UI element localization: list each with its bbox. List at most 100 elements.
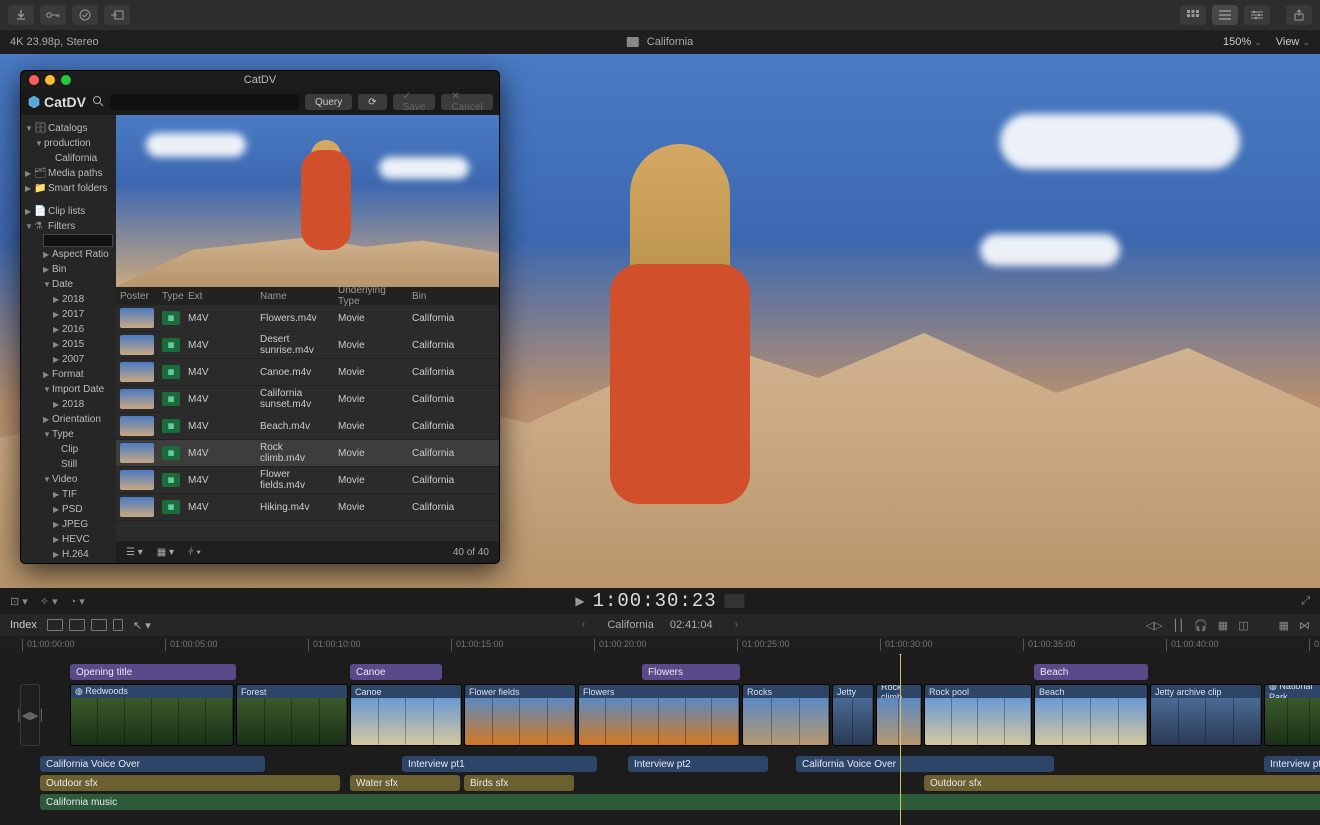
layout-icon[interactable]: ⫩ ▾: [188, 547, 201, 558]
sidebar-subitem[interactable]: ▶2016: [25, 322, 112, 337]
timeline-ruler[interactable]: 01:00:00:0001:00:05:0001:00:10:0001:00:1…: [0, 636, 1320, 654]
search-input[interactable]: [110, 94, 299, 110]
filter-orientation[interactable]: ▶Orientation: [25, 412, 112, 427]
cancel-button[interactable]: ✕ Cancel: [441, 94, 492, 110]
sidebar-subitem[interactable]: Still: [25, 457, 112, 472]
catdv-title-bar[interactable]: CatDV: [21, 71, 499, 89]
inspector-layout-icon[interactable]: ◫: [1238, 619, 1248, 632]
sliders-icon[interactable]: [1244, 5, 1270, 25]
retime-icon[interactable]: ◔ ▾: [70, 595, 85, 608]
timeline-clip[interactable]: Opening title: [70, 664, 236, 680]
video-clip[interactable]: ◍ Redwoods: [70, 684, 234, 746]
col-type[interactable]: Type: [158, 291, 184, 302]
table-row[interactable]: ▦M4VHiking.m4vMovieCalifornia: [116, 494, 499, 521]
history-forward-icon[interactable]: ›: [729, 619, 745, 631]
history-back-icon[interactable]: ‹: [576, 619, 592, 631]
filter-video[interactable]: ▼Video: [25, 472, 112, 487]
close-icon[interactable]: [29, 75, 39, 85]
sidebar-clip-lists[interactable]: ▶📄Clip lists: [25, 204, 112, 219]
video-clip[interactable]: Rocks: [742, 684, 830, 746]
timeline-clip[interactable]: Flowers: [642, 664, 740, 680]
share-icon[interactable]: [1286, 5, 1312, 25]
timeline-clip[interactable]: Interview pt3: [1264, 756, 1320, 772]
catdv-preview[interactable]: [116, 115, 499, 287]
grid-icon[interactable]: [1180, 5, 1206, 25]
table-row[interactable]: ▦M4VCalifornia sunset.m4vMovieCalifornia: [116, 386, 499, 413]
solo-icon[interactable]: 🎧: [1194, 619, 1208, 632]
sidebar-subitem[interactable]: ▶H.264: [25, 547, 112, 562]
filter-input[interactable]: [43, 234, 113, 247]
col-utype[interactable]: Underlying Type: [334, 285, 408, 307]
timeline-clip[interactable]: California Voice Over: [40, 756, 265, 772]
save-button[interactable]: ✓ Save: [393, 94, 436, 110]
timeline[interactable]: Opening titleCanoeFlowersBeach ⎮◀▶⎮ ◍ Re…: [0, 654, 1320, 825]
table-row[interactable]: ▦M4VBeach.m4vMovieCalifornia: [116, 413, 499, 440]
download-icon[interactable]: [8, 5, 34, 25]
audio-skimming-icon[interactable]: ⎮⎮: [1173, 619, 1184, 632]
filter-date[interactable]: ▼Date: [25, 277, 112, 292]
col-name[interactable]: Name: [256, 291, 334, 302]
timeline-clip[interactable]: California music: [40, 794, 1320, 810]
list-style-icon[interactable]: ☰ ▾: [126, 547, 143, 558]
sidebar-production[interactable]: ▼production: [25, 136, 112, 151]
sidebar-subitem[interactable]: ▶2015: [25, 337, 112, 352]
filter-import-date[interactable]: ▼Import Date: [25, 382, 112, 397]
sidebar-california[interactable]: California: [25, 151, 112, 166]
video-clip[interactable]: Flowers: [578, 684, 740, 746]
sidebar-catalogs[interactable]: ▼🗄Catalogs: [25, 121, 112, 136]
video-clip[interactable]: Canoe: [350, 684, 462, 746]
sidebar-media-paths[interactable]: ▶🗂Media paths: [25, 166, 112, 181]
snapping-icon[interactable]: ▦: [1218, 619, 1228, 632]
fullscreen-icon[interactable]: ⤢: [1301, 595, 1310, 607]
play-button[interactable]: ▶: [575, 594, 584, 608]
sidebar-subitem[interactable]: ▶JPEG: [25, 517, 112, 532]
timeline-clip[interactable]: Interview pt2: [628, 756, 768, 772]
index-button[interactable]: Index: [10, 619, 37, 631]
maximize-icon[interactable]: [61, 75, 71, 85]
timeline-clip[interactable]: Outdoor sfx: [924, 775, 1320, 791]
sidebar-subitem[interactable]: ▶2018: [25, 292, 112, 307]
import-icon[interactable]: [104, 5, 130, 25]
sidebar-subitem[interactable]: ▶PSD: [25, 502, 112, 517]
sidebar-subitem[interactable]: ▶HEVC: [25, 532, 112, 547]
view-dropdown[interactable]: View ⌄: [1276, 36, 1310, 48]
table-row[interactable]: ▦M4VCanoe.m4vMovieCalifornia: [116, 359, 499, 386]
list-icon[interactable]: [1212, 5, 1238, 25]
video-clip[interactable]: ◍ National Park: [1264, 684, 1320, 746]
checkmark-icon[interactable]: [72, 5, 98, 25]
minimize-icon[interactable]: [45, 75, 55, 85]
table-row[interactable]: ▦M4VFlowers.m4vMovieCalifornia: [116, 305, 499, 332]
sidebar-subitem[interactable]: Clip: [25, 442, 112, 457]
clip-appearance-icon[interactable]: ⊡ ▾: [10, 595, 28, 608]
grid-style-icon[interactable]: ▦ ▾: [157, 547, 174, 558]
timeline-clip[interactable]: Canoe: [350, 664, 442, 680]
zoom-dropdown[interactable]: 150% ⌄: [1223, 36, 1262, 48]
connected-dropdown-icon[interactable]: [113, 619, 123, 631]
video-clip[interactable]: Rock climb: [876, 684, 922, 746]
key-icon[interactable]: [40, 5, 66, 25]
connected-center-icon[interactable]: [69, 619, 85, 631]
search-icon[interactable]: [92, 95, 104, 110]
effects-browser-icon[interactable]: ▦: [1279, 619, 1289, 632]
timeline-clip[interactable]: Beach: [1034, 664, 1148, 680]
video-clip[interactable]: Jetty: [832, 684, 874, 746]
table-row[interactable]: ▦M4VRock climb.m4vMovieCalifornia: [116, 440, 499, 467]
col-ext[interactable]: Ext: [184, 291, 256, 302]
sidebar-subitem[interactable]: ▶TIF: [25, 487, 112, 502]
connected-left-icon[interactable]: [47, 619, 63, 631]
filter-type[interactable]: ▼Type: [25, 427, 112, 442]
effects-icon[interactable]: ✧ ▾: [40, 595, 58, 608]
video-clip[interactable]: Forest: [236, 684, 348, 746]
transitions-browser-icon[interactable]: ⋈: [1299, 619, 1310, 632]
video-clip[interactable]: Jetty archive clip: [1150, 684, 1262, 746]
skimming-icon[interactable]: ◁▷: [1146, 619, 1163, 632]
sidebar-subitem[interactable]: ▶2018: [25, 397, 112, 412]
video-clip[interactable]: Beach: [1034, 684, 1148, 746]
video-clip[interactable]: Flower fields: [464, 684, 576, 746]
sidebar-subitem[interactable]: ▶2017: [25, 307, 112, 322]
timeline-clip[interactable]: Interview pt1: [402, 756, 597, 772]
table-row[interactable]: ▦M4VFlower fields.m4vMovieCalifornia: [116, 467, 499, 494]
filter-aspect-ratio[interactable]: ▶Aspect Ratio: [25, 247, 112, 262]
filter-bin[interactable]: ▶Bin: [25, 262, 112, 277]
col-bin[interactable]: Bin: [408, 291, 499, 302]
